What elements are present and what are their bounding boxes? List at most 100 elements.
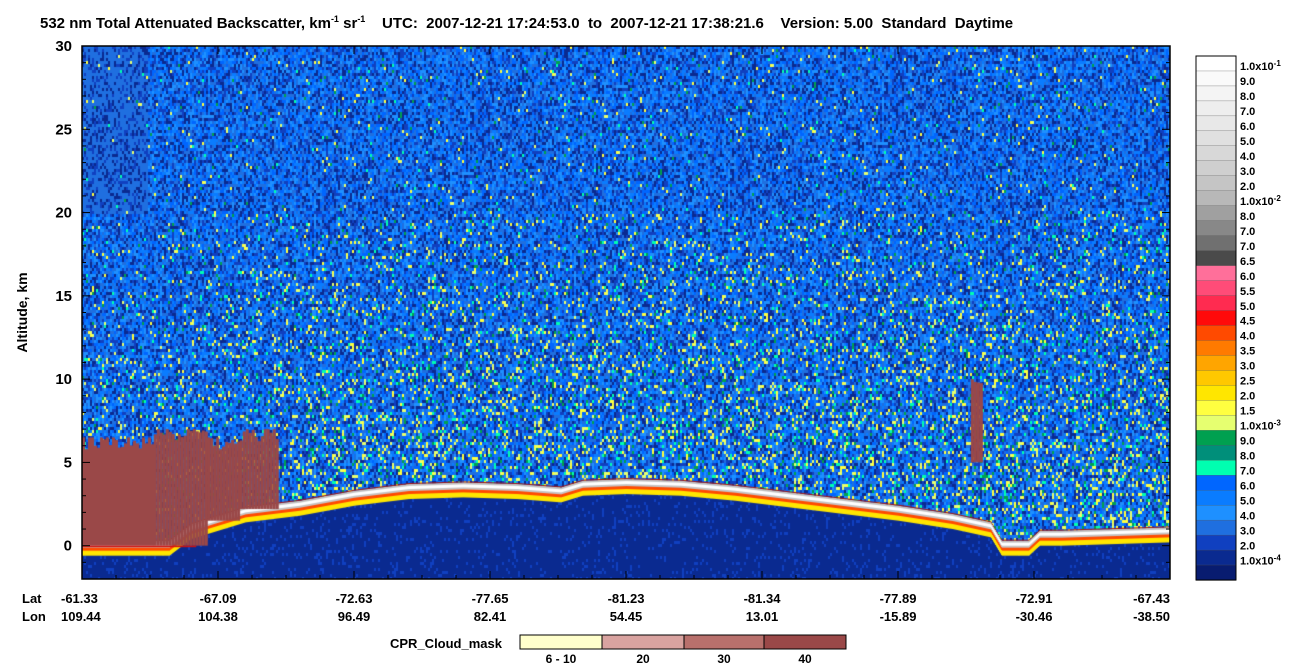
colorbar-label: 7.0	[1240, 241, 1255, 253]
x-tick-lat-label: -81.34	[744, 591, 782, 606]
colorbar-label: 1.0x10-2	[1240, 193, 1281, 208]
colorbar-label: 6.5	[1240, 256, 1255, 268]
colorbar-label: 5.0	[1240, 301, 1255, 313]
x-tick-lat-label: -61.33	[61, 591, 98, 606]
x-tick-lon-label: -38.50	[1133, 609, 1170, 624]
colorbar-label: 7.0	[1240, 106, 1255, 118]
colorbar-cell	[1195, 385, 1237, 401]
colorbar-label: 4.0	[1240, 510, 1255, 522]
colorbar-label: 1.0x10-1	[1240, 59, 1281, 74]
x-tick-lat-label: -81.23	[608, 591, 645, 606]
colorbar-cell	[1195, 205, 1237, 222]
colorbar-label: 4.5	[1240, 316, 1255, 328]
colorbar-label: 3.0	[1240, 525, 1255, 537]
colorbar-cell	[1195, 85, 1237, 102]
colorbar-cell	[1195, 370, 1237, 387]
colorbar-label: 7.0	[1240, 226, 1255, 238]
x-tick-lat-label: -67.43	[1133, 591, 1170, 606]
colorbar-cell	[1195, 415, 1237, 431]
colorbar-cell	[1195, 160, 1237, 177]
x-tick-lon-label: 104.38	[198, 609, 238, 624]
colorbar-cell	[1195, 519, 1237, 536]
colorbar-label: 5.5	[1240, 286, 1255, 298]
colorbar-cell	[1195, 250, 1237, 267]
colorbar-label: 3.0	[1240, 166, 1255, 178]
colorbar-cell	[1195, 355, 1237, 372]
colorbar-cell	[1195, 564, 1237, 581]
y-tick-label: 5	[64, 454, 72, 471]
x-tick-lat-label: -77.65	[472, 591, 509, 606]
y-tick-label: 10	[55, 371, 72, 388]
colorbar-cell	[1195, 430, 1237, 446]
colorbar-label: 3.5	[1240, 346, 1255, 358]
x-tick-lon-label: -30.46	[1016, 609, 1053, 624]
cloud-mask-swatch	[683, 634, 765, 650]
x-tick-lon-label: 13.01	[746, 609, 779, 624]
colorbar-cell	[1195, 295, 1237, 312]
x-row-label-lon: Lon	[22, 609, 46, 624]
colorbar-cell	[1195, 325, 1237, 342]
chart-svg: 0 5 10 15 20 25 30 Altitude, km -61.33 109.44 -67.…	[14, 38, 1281, 666]
colorbar-cell	[1195, 280, 1237, 297]
colorbar-label: 9.0	[1240, 76, 1255, 88]
x-tick-lon-label: 109.44	[61, 609, 102, 624]
colorbar-label: 9.0	[1240, 436, 1255, 448]
colorbar-label: 1.0x10-3	[1240, 418, 1281, 433]
x-tick-lat-label: -72.91	[1016, 591, 1053, 606]
colorbar-cell	[1195, 100, 1237, 117]
colorbar-label: 8.0	[1240, 91, 1255, 103]
x-tick-lat-label: -77.89	[880, 591, 917, 606]
y-axis-label: Altitude, km	[14, 272, 30, 352]
colorbar-label: 5.0	[1240, 495, 1255, 507]
colorbar-cell	[1195, 460, 1237, 476]
colorbar-label: 2.5	[1240, 376, 1255, 388]
colorbar-label: 3.0	[1240, 361, 1255, 373]
colorbar-label: 4.0	[1240, 331, 1255, 343]
colorbar-cell	[1195, 175, 1237, 192]
colorbar-label: 1.0x10-4	[1240, 553, 1281, 568]
colorbar-cell	[1195, 145, 1237, 162]
colorbar-label: 6.0	[1240, 121, 1255, 133]
cloud-mask-swatch	[519, 634, 603, 650]
colorbar-label: 8.0	[1240, 211, 1255, 223]
colorbar-cell	[1195, 490, 1237, 506]
cloud-mask-label: 20	[636, 652, 650, 666]
colorbar-cell	[1195, 534, 1237, 551]
colorbar-cell	[1195, 235, 1237, 252]
cloud-mask-label: 6 - 10	[546, 652, 577, 666]
colorbar-cell	[1195, 400, 1237, 416]
x-tick-lon-label: 96.49	[338, 609, 371, 624]
cloud-mask-swatch	[601, 634, 685, 650]
y-tick-label: 20	[55, 205, 72, 222]
colorbar-cell	[1195, 55, 1237, 72]
colorbar-cell	[1195, 340, 1237, 357]
colorbar-label: 2.0	[1240, 540, 1255, 552]
colorbar-cell	[1195, 190, 1237, 207]
colorbar-cell	[1195, 220, 1237, 237]
colorbar-label: 6.0	[1240, 480, 1255, 492]
colorbar-label: 8.0	[1240, 450, 1255, 462]
cloud-mask-swatch	[763, 634, 847, 650]
colorbar-cell	[1195, 265, 1237, 282]
y-tick-label: 30	[55, 38, 72, 55]
y-tick-label: 15	[55, 288, 72, 305]
x-tick-lon-label: 82.41	[474, 609, 507, 624]
colorbar-cell	[1195, 475, 1237, 491]
colorbar-label: 7.0	[1240, 465, 1255, 477]
cloud-mask-label: 40	[798, 652, 812, 666]
y-tick-label: 25	[55, 121, 72, 138]
colorbar-label: 6.0	[1240, 271, 1255, 283]
colorbar-cell	[1195, 549, 1237, 566]
colorbar-label: 4.0	[1240, 151, 1255, 163]
x-tick-lat-label: -72.63	[336, 591, 373, 606]
x-tick-lon-label: 54.45	[610, 609, 643, 624]
y-tick-label: 0	[64, 538, 72, 555]
x-row-label-lat: Lat	[22, 591, 42, 606]
colorbar-cell	[1195, 504, 1237, 521]
colorbar-cell	[1195, 70, 1237, 87]
colorbar-cell	[1195, 115, 1237, 132]
colorbar-cell	[1195, 130, 1237, 147]
plot-frame	[81, 45, 1171, 580]
colorbar-label: 5.0	[1240, 136, 1255, 148]
colorbar-cell	[1195, 445, 1237, 461]
